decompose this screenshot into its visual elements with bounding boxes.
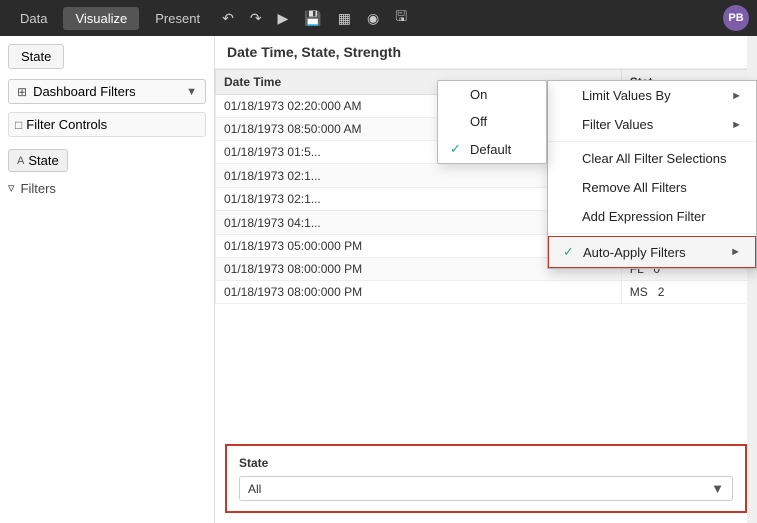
dashboard-filters-dropdown[interactable]: ⊞ Dashboard Filters ▼	[8, 79, 206, 104]
submenu-item-on[interactable]: On	[438, 81, 546, 108]
submenu-arrow-icon: ►	[731, 90, 742, 102]
submenu-label-default: Default	[470, 142, 511, 157]
check-placeholder	[562, 88, 578, 103]
check-placeholder	[562, 117, 578, 132]
user-avatar[interactable]: PB	[723, 5, 749, 31]
save-alt-icon[interactable]: 💾	[298, 6, 327, 31]
text-icon: A	[17, 155, 24, 167]
menu-item-filter-values[interactable]: Filter Values ►	[548, 110, 756, 139]
chevron-down-icon: ▼	[186, 86, 197, 98]
check-placeholder	[562, 151, 578, 166]
filter-panel-title: State	[239, 456, 733, 470]
menu-label-clear-all: Clear All Filter Selections	[582, 151, 727, 166]
cell-state: MS 2	[621, 281, 756, 304]
filters-label-text: Filters	[21, 181, 56, 196]
filter-controls-label: Filter Controls	[26, 117, 107, 132]
dashboard-filters-icon: ⊞	[17, 85, 27, 99]
filters-section: ▿ Filters	[8, 176, 206, 200]
check-placeholder	[562, 180, 578, 195]
auto-apply-submenu: On Off ✓ Default	[437, 80, 547, 164]
menu-label-filter-values: Filter Values	[582, 117, 653, 132]
check-mark-default-icon: ✓	[450, 141, 466, 157]
menu-label-auto-apply: Auto-Apply Filters	[583, 245, 686, 260]
menu-divider	[548, 141, 756, 142]
state-chip-label: State	[28, 153, 58, 168]
state-badge[interactable]: State	[8, 44, 64, 69]
undo-icon[interactable]: ↶	[216, 6, 240, 31]
check-placeholder-off	[450, 114, 466, 129]
submenu-label-on: On	[470, 87, 487, 102]
toolbar: Data Visualize Present ↶ ↷ ▶ 💾 ▦ ◉ 🖫 PB	[0, 0, 757, 36]
context-menu: Limit Values By ► Filter Values ► Clear …	[547, 80, 757, 269]
dashboard-filters-label: Dashboard Filters	[33, 84, 186, 99]
main-content: Date Time, State, Strength Date Time Sta…	[215, 36, 757, 523]
menu-item-limit-values[interactable]: Limit Values By ►	[548, 81, 756, 110]
state-filter-chip[interactable]: A State	[8, 149, 68, 172]
cell-datetime: 01/18/1973 08:00:000 PM	[216, 281, 622, 304]
menu-item-add-expression[interactable]: Add Expression Filter	[548, 202, 756, 231]
filter-select-arrow-icon: ▼	[711, 481, 724, 496]
submenu-arrow-icon-auto: ►	[730, 246, 741, 258]
comment-icon[interactable]: ▦	[332, 6, 357, 31]
filter-funnel-icon: ▿	[8, 180, 15, 196]
menu-label-limit-values: Limit Values By	[582, 88, 671, 103]
tab-visualize[interactable]: Visualize	[63, 7, 139, 30]
table-row: 01/18/1973 08:00:000 PM MS 2	[216, 281, 757, 304]
menu-item-auto-apply[interactable]: ✓ Auto-Apply Filters ►	[548, 236, 756, 268]
check-placeholder-on	[450, 87, 466, 102]
filter-controls-icon: □	[15, 118, 22, 132]
filter-select-row[interactable]: All ▼	[239, 476, 733, 501]
tab-present[interactable]: Present	[143, 7, 212, 30]
menu-item-remove-all[interactable]: Remove All Filters	[548, 173, 756, 202]
submenu-item-off[interactable]: Off	[438, 108, 546, 135]
filter-panel: State All ▼	[225, 444, 747, 513]
menu-item-clear-all[interactable]: Clear All Filter Selections	[548, 144, 756, 173]
check-mark-icon: ✓	[563, 244, 579, 260]
tab-data[interactable]: Data	[8, 7, 59, 30]
play-icon[interactable]: ▶	[272, 6, 295, 31]
content-area: State ⊞ Dashboard Filters ▼ □ Filter Con…	[0, 36, 757, 523]
sidebar: State ⊞ Dashboard Filters ▼ □ Filter Con…	[0, 36, 215, 523]
submenu-arrow-icon: ►	[731, 119, 742, 131]
location-icon[interactable]: ◉	[361, 6, 385, 31]
filter-select-value: All	[248, 482, 711, 496]
submenu-item-default[interactable]: ✓ Default	[438, 135, 546, 163]
redo-icon[interactable]: ↷	[244, 6, 268, 31]
filter-controls-row: □ Filter Controls	[8, 112, 206, 137]
submenu-label-off: Off	[470, 114, 487, 129]
menu-label-add-expression: Add Expression Filter	[582, 209, 706, 224]
check-placeholder	[562, 209, 578, 224]
view-title: Date Time, State, Strength	[215, 36, 757, 69]
menu-divider-2	[548, 233, 756, 234]
save-icon[interactable]: 🖫	[389, 2, 413, 34]
menu-label-remove-all: Remove All Filters	[582, 180, 687, 195]
